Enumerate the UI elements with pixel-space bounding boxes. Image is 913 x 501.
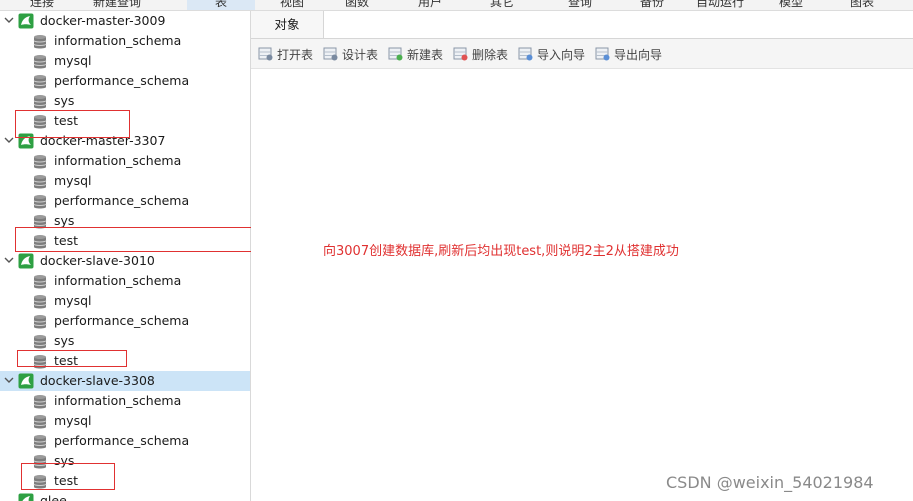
database-icon xyxy=(33,415,47,429)
mysql-connection-icon xyxy=(18,253,34,269)
database-icon xyxy=(33,335,47,349)
database-performance_schema[interactable]: performance_schema xyxy=(0,311,250,331)
toolbar-item-10[interactable]: 模型 xyxy=(779,0,803,10)
database-performance_schema[interactable]: performance_schema xyxy=(0,191,250,211)
connection-label: docker-slave-3010 xyxy=(40,253,155,268)
highlight-box-test-3009 xyxy=(15,110,130,138)
connection-label: docker-slave-3308 xyxy=(40,373,155,388)
chevron-down-icon[interactable] xyxy=(4,14,14,26)
database-label: sys xyxy=(54,93,75,108)
toolbar-item-3[interactable]: 视图 xyxy=(280,0,304,10)
main-toolbar: 连接 新建查询 表 视图 函数 用户 其它 查询 备份 自动运行 模型 图表 xyxy=(0,0,913,11)
toolbar-button-label: 设计表 xyxy=(342,48,379,62)
open-table-icon xyxy=(258,47,273,61)
database-information_schema[interactable]: information_schema xyxy=(0,271,250,291)
database-icon xyxy=(33,155,47,169)
navicat-window: 连接 新建查询 表 视图 函数 用户 其它 查询 备份 自动运行 模型 图表 docker-maste… xyxy=(0,0,913,501)
database-icon xyxy=(33,315,47,329)
highlight-box-test-3308 xyxy=(21,463,115,490)
toolbar-item-9[interactable]: 自动运行 xyxy=(696,0,744,10)
mysql-connection-icon xyxy=(18,13,34,29)
database-icon xyxy=(33,175,47,189)
database-icon xyxy=(33,35,47,49)
database-mysql[interactable]: mysql xyxy=(0,51,250,71)
annotation-text: 向3007创建数据库,刷新后均出现test,则说明2主2从搭建成功 xyxy=(323,244,679,259)
toolbar-item-8[interactable]: 备份 xyxy=(640,0,664,10)
database-information_schema[interactable]: information_schema xyxy=(0,31,250,51)
tab-bar: 对象 xyxy=(251,11,913,39)
database-label: performance_schema xyxy=(54,73,190,88)
database-information_schema[interactable]: information_schema xyxy=(0,151,250,171)
database-icon xyxy=(33,75,47,89)
highlight-box-test-3307 xyxy=(15,227,276,252)
mysql-connection-icon xyxy=(18,493,34,501)
connection-docker-master-3009[interactable]: docker-master-3009 xyxy=(0,11,250,31)
chevron-down-icon[interactable] xyxy=(4,254,14,266)
delete-table-icon xyxy=(453,47,468,61)
chevron-down-icon[interactable] xyxy=(4,374,14,386)
toolbar-button-label: 新建表 xyxy=(407,48,444,62)
database-sys[interactable]: sys xyxy=(0,91,250,111)
connection-glee[interactable]: glee xyxy=(0,491,250,501)
database-label: mysql xyxy=(54,173,92,188)
database-icon xyxy=(33,95,47,109)
database-icon xyxy=(33,295,47,309)
toolbar-button-label: 导入向导 xyxy=(537,48,586,62)
database-label: sys xyxy=(54,213,75,228)
database-sys[interactable]: sys xyxy=(0,331,250,351)
import-wizard-icon xyxy=(518,47,533,61)
database-label: mysql xyxy=(54,53,92,68)
database-icon xyxy=(33,435,47,449)
database-information_schema[interactable]: information_schema xyxy=(0,391,250,411)
database-label: information_schema xyxy=(54,393,182,408)
toolbar-item-0[interactable]: 连接 xyxy=(30,0,54,10)
toolbar-item-2[interactable]: 表 xyxy=(187,0,255,10)
database-label: information_schema xyxy=(54,33,182,48)
new-table-icon xyxy=(388,47,403,61)
database-icon xyxy=(33,55,47,69)
connection-docker-slave-3010[interactable]: docker-slave-3010 xyxy=(0,251,250,271)
toolbar-button-label: 删除表 xyxy=(472,48,509,62)
connection-label: glee xyxy=(40,493,67,501)
database-icon xyxy=(33,275,47,289)
toolbar-item-11[interactable]: 图表 xyxy=(850,0,874,10)
toolbar-button-label: 导出向导 xyxy=(614,48,663,62)
watermark: CSDN @weixin_54021984 xyxy=(666,473,874,492)
toolbar-item-5[interactable]: 用户 xyxy=(418,0,442,10)
tab-objects[interactable]: 对象 xyxy=(251,11,324,38)
database-performance_schema[interactable]: performance_schema xyxy=(0,71,250,91)
database-label: mysql xyxy=(54,293,92,308)
database-mysql[interactable]: mysql xyxy=(0,291,250,311)
export-wizard-icon xyxy=(595,47,610,61)
object-toolbar: 打开表 设计表 新建表 删除表 导入向导 导出向导 xyxy=(251,39,913,69)
design-table-icon xyxy=(323,47,338,61)
toolbar-item-7[interactable]: 查询 xyxy=(568,0,592,10)
database-icon xyxy=(33,395,47,409)
connection-label: docker-master-3009 xyxy=(40,13,166,28)
database-icon xyxy=(33,195,47,209)
database-mysql[interactable]: mysql xyxy=(0,411,250,431)
mysql-connection-icon xyxy=(18,373,34,389)
tab-bar-empty xyxy=(324,11,913,38)
database-label: performance_schema xyxy=(54,193,190,208)
database-label: performance_schema xyxy=(54,313,190,328)
toolbar-item-4[interactable]: 函数 xyxy=(345,0,369,10)
database-mysql[interactable]: mysql xyxy=(0,171,250,191)
toolbar-item-1[interactable]: 新建查询 xyxy=(93,0,141,10)
database-label: performance_schema xyxy=(54,433,190,448)
toolbar-item-6[interactable]: 其它 xyxy=(490,0,514,10)
connection-docker-slave-3308[interactable]: docker-slave-3308 xyxy=(0,371,250,391)
database-label: mysql xyxy=(54,413,92,428)
chevron-down-icon[interactable] xyxy=(4,134,14,146)
database-label: information_schema xyxy=(54,273,182,288)
database-performance_schema[interactable]: performance_schema xyxy=(0,431,250,451)
toolbar-button-label: 打开表 xyxy=(277,48,314,62)
database-label: sys xyxy=(54,333,75,348)
database-label: information_schema xyxy=(54,153,182,168)
highlight-box-test-3010 xyxy=(17,350,127,367)
connection-tree[interactable]: docker-master-3009 information_schema mysq… xyxy=(0,11,251,501)
